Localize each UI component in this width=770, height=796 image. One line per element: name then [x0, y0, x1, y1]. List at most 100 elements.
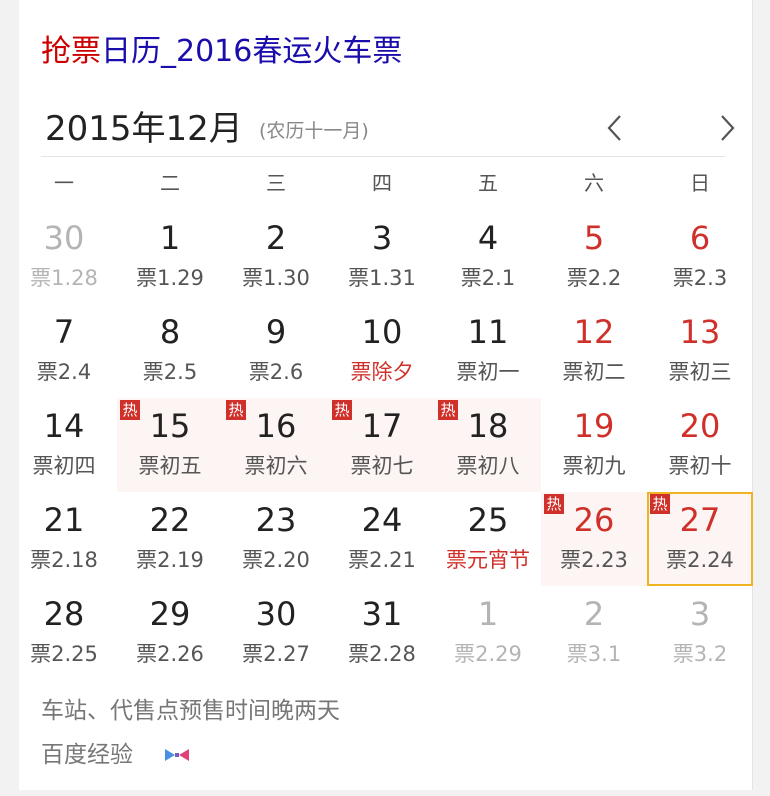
next-month-button[interactable]	[711, 110, 741, 146]
ticket-date-label: 票初五	[138, 454, 202, 478]
day-number: 9	[265, 313, 287, 351]
calendar-day[interactable]: 3 票3.2	[647, 586, 753, 680]
day-number: 22	[149, 501, 191, 539]
day-number: 30	[255, 595, 297, 633]
calendar-day[interactable]: 31 票2.28	[329, 586, 435, 680]
calendar-day[interactable]: 11 票初一	[435, 304, 541, 398]
ticket-date-label: 票2.20	[242, 548, 310, 572]
calendar-day[interactable]: 热 15 票初五	[117, 398, 223, 492]
calendar-day[interactable]: 3 票1.31	[329, 210, 435, 304]
bow-tie-icon	[165, 749, 189, 761]
calendar-day[interactable]: 20 票初十	[647, 398, 753, 492]
ticket-date-label: 票2.26	[136, 642, 204, 666]
calendar-day[interactable]: 热 26 票2.23	[541, 492, 647, 586]
ticket-date-label: 票初八	[456, 454, 520, 478]
page-title[interactable]: 抢票日历_2016春运火车票	[41, 32, 402, 72]
calendar-day-selected[interactable]: 热 27 票2.24	[647, 492, 753, 586]
calendar-day[interactable]: 热 18 票初八	[435, 398, 541, 492]
calendar-day[interactable]: 19 票初九	[541, 398, 647, 492]
ticket-date-label: 票初九	[562, 454, 626, 478]
ticket-date-label: 票2.4	[36, 360, 92, 384]
chevron-right-icon	[721, 115, 735, 141]
day-number: 24	[361, 501, 403, 539]
weekday-label: 一	[54, 171, 74, 195]
day-number: 7	[53, 313, 75, 351]
ticket-date-label: 票初十	[668, 454, 732, 478]
day-number: 18	[467, 407, 509, 445]
ticket-date-label: 票除夕	[350, 360, 414, 384]
day-number: 2	[583, 595, 605, 633]
calendar-day[interactable]: 热 17 票初七	[329, 398, 435, 492]
calendar-day[interactable]: 7 票2.4	[11, 304, 117, 398]
ticket-date-label: 票2.25	[30, 642, 98, 666]
ticket-date-label: 票元宵节	[446, 548, 530, 572]
calendar-day[interactable]: 23 票2.20	[223, 492, 329, 586]
day-number: 31	[361, 595, 403, 633]
weekday-label: 二	[160, 171, 180, 195]
day-number: 21	[43, 501, 85, 539]
day-number: 13	[679, 313, 721, 351]
calendar-day[interactable]: 13 票初三	[647, 304, 753, 398]
calendar-day[interactable]: 9 票2.6	[223, 304, 329, 398]
day-number: 5	[583, 219, 605, 257]
day-number: 1	[477, 595, 499, 633]
month-header: 2015年12月 (农历十一月)	[41, 104, 735, 157]
calendar-day[interactable]: 10 票除夕	[329, 304, 435, 398]
day-number: 12	[573, 313, 615, 351]
day-number: 27	[679, 501, 721, 539]
ticket-date-label: 票2.24	[666, 548, 734, 572]
title-link-text[interactable]: 日历_2016春运火车票	[101, 34, 402, 69]
calendar-day[interactable]: 8 票2.5	[117, 304, 223, 398]
ticket-date-label: 票2.23	[560, 548, 628, 572]
calendar-day[interactable]: 25 票元宵节	[435, 492, 541, 586]
ticket-date-label: 票2.5	[142, 360, 198, 384]
source-label: 百度经验	[41, 742, 133, 768]
ticket-date-label: 票1.28	[30, 266, 98, 290]
ticket-date-label: 票初三	[668, 360, 732, 384]
day-number: 11	[467, 313, 509, 351]
day-number: 25	[467, 501, 509, 539]
day-number: 6	[689, 219, 711, 257]
calendar-day[interactable]: 30 票2.27	[223, 586, 329, 680]
calendar-day[interactable]: 24 票2.21	[329, 492, 435, 586]
day-number: 15	[149, 407, 191, 445]
ticket-date-label: 票2.27	[242, 642, 310, 666]
ticket-date-label: 票2.3	[672, 266, 728, 290]
ticket-date-label: 票初二	[562, 360, 626, 384]
ticket-date-label: 票2.6	[248, 360, 304, 384]
day-number: 30	[43, 219, 85, 257]
ticket-date-label: 票1.30	[242, 266, 310, 290]
calendar-day[interactable]: 21 票2.18	[11, 492, 117, 586]
calendar-day[interactable]: 6 票2.3	[647, 210, 753, 304]
calendar-day[interactable]: 4 票2.1	[435, 210, 541, 304]
calendar-day[interactable]: 热 16 票初六	[223, 398, 329, 492]
calendar-day[interactable]: 28 票2.25	[11, 586, 117, 680]
day-number: 10	[361, 313, 403, 351]
calendar-day[interactable]: 12 票初二	[541, 304, 647, 398]
calendar-day[interactable]: 14 票初四	[11, 398, 117, 492]
calendar-day[interactable]: 2 票1.30	[223, 210, 329, 304]
presale-note: 车站、代售点预售时间晚两天	[41, 698, 340, 724]
calendar-day[interactable]: 1 票2.29	[435, 586, 541, 680]
prev-month-button[interactable]	[601, 110, 631, 146]
weekday-label: 四	[372, 171, 392, 195]
day-number: 20	[679, 407, 721, 445]
weekday-label: 三	[266, 171, 286, 195]
calendar-day[interactable]: 22 票2.19	[117, 492, 223, 586]
source-link[interactable]: 百度经验	[41, 738, 189, 772]
calendar-day[interactable]: 2 票3.1	[541, 586, 647, 680]
ticket-date-label: 票初七	[350, 454, 414, 478]
day-number: 26	[573, 501, 615, 539]
calendar-day[interactable]: 30 票1.28	[11, 210, 117, 304]
weekday-label: 六	[584, 171, 604, 195]
day-number: 29	[149, 595, 191, 633]
calendar-day[interactable]: 1 票1.29	[117, 210, 223, 304]
day-number: 16	[255, 407, 297, 445]
ticket-date-label: 票初四	[32, 454, 96, 478]
calendar-day[interactable]: 29 票2.26	[117, 586, 223, 680]
day-number: 14	[43, 407, 85, 445]
ticket-date-label: 票2.19	[136, 548, 204, 572]
day-number: 3	[371, 219, 393, 257]
ticket-date-label: 票2.28	[348, 642, 416, 666]
calendar-day[interactable]: 5 票2.2	[541, 210, 647, 304]
